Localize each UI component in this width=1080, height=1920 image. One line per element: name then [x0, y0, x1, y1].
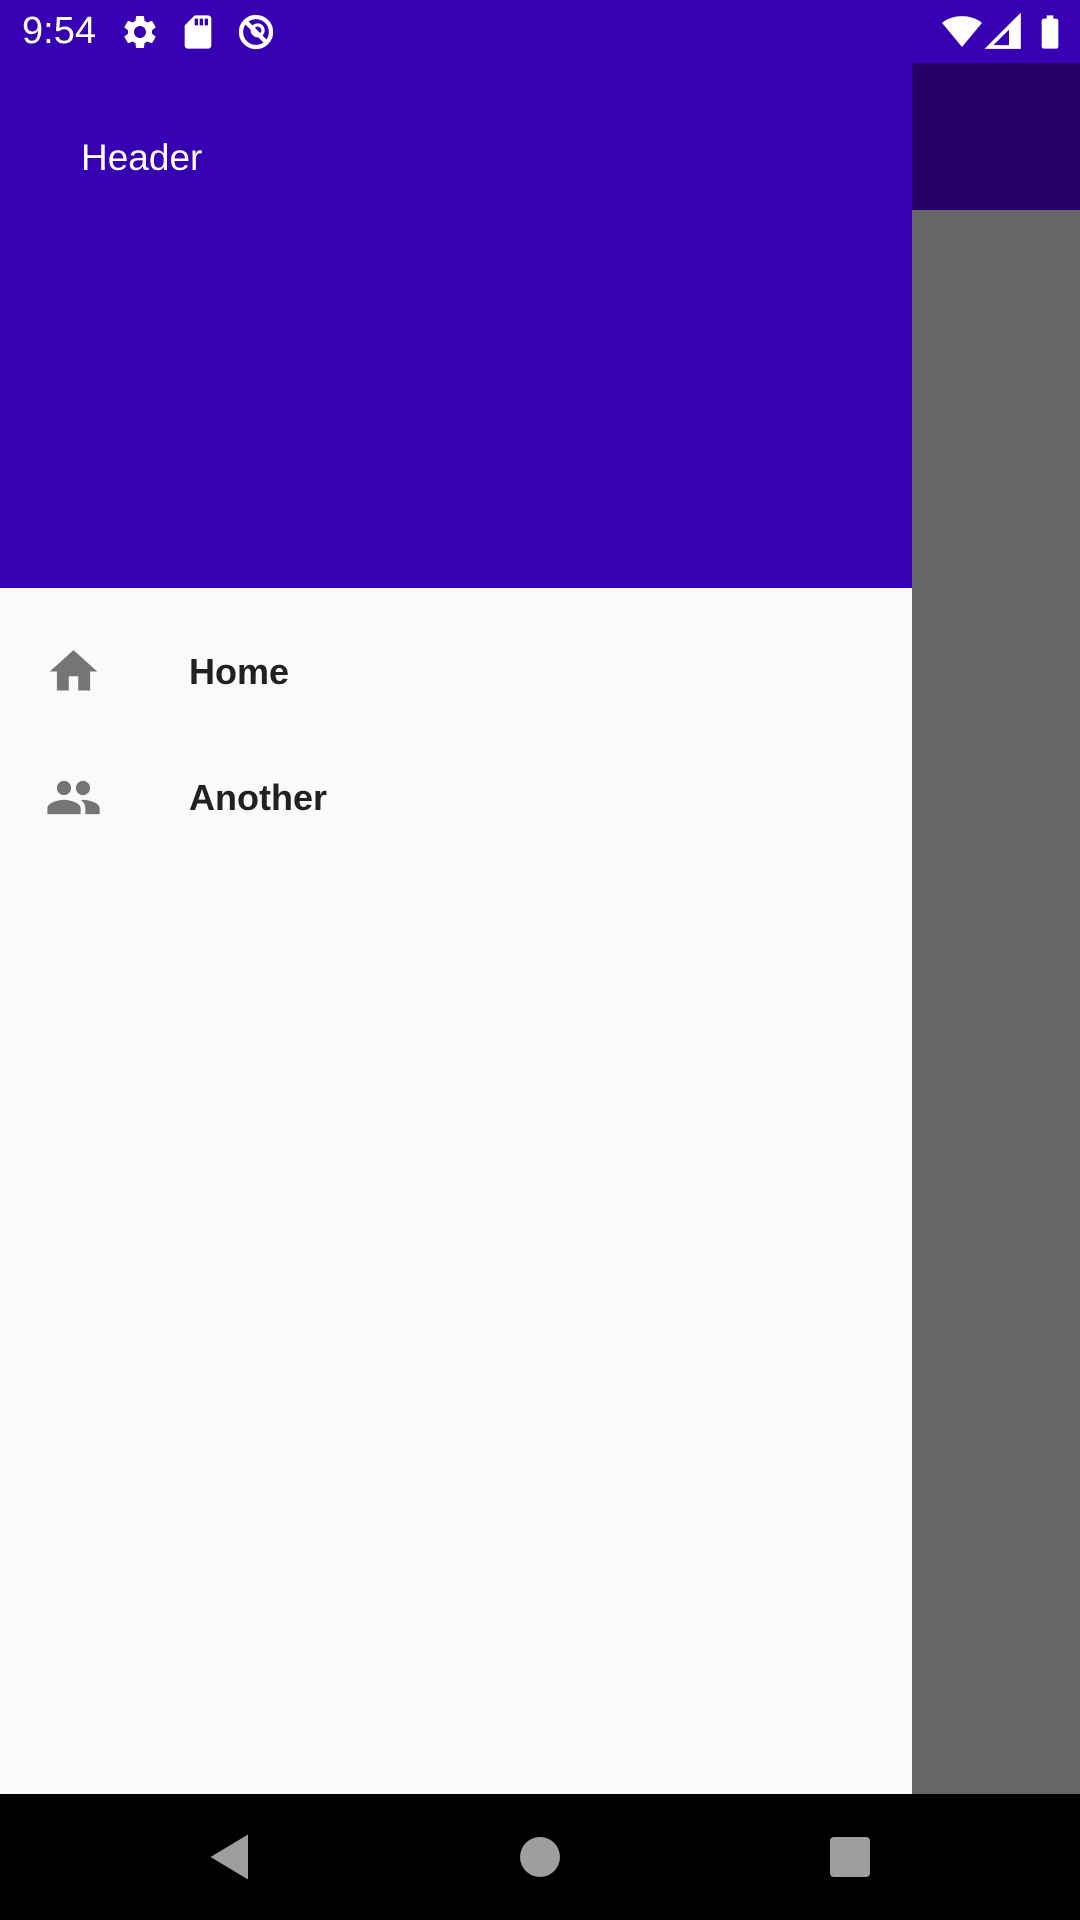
drawer-header-title: Header — [81, 137, 203, 178]
gear-icon — [120, 12, 160, 52]
people-icon — [45, 769, 102, 826]
navigation-drawer: Header Home Another — [0, 0, 912, 1794]
cell-signal-icon — [984, 12, 1024, 52]
home-icon — [45, 643, 102, 700]
nav-item-another[interactable]: Another — [0, 736, 912, 862]
no-data-icon — [236, 12, 276, 52]
nav-item-label: Home — [189, 651, 290, 692]
system-navigation-bar — [0, 1794, 1080, 1920]
battery-icon — [1030, 12, 1070, 52]
back-icon[interactable] — [198, 1827, 258, 1887]
home-circle-icon[interactable] — [510, 1827, 570, 1887]
recents-icon[interactable] — [820, 1827, 880, 1887]
nav-item-label: Another — [189, 777, 327, 818]
status-time: 9:54 — [22, 10, 96, 52]
screen: 9:54 Header Home Another — [0, 0, 1080, 1920]
drawer-header: Header — [0, 0, 912, 588]
sd-card-icon — [178, 12, 218, 52]
nav-item-home[interactable]: Home — [0, 610, 912, 736]
wifi-icon — [942, 12, 982, 52]
status-bar: 9:54 — [0, 0, 1080, 63]
